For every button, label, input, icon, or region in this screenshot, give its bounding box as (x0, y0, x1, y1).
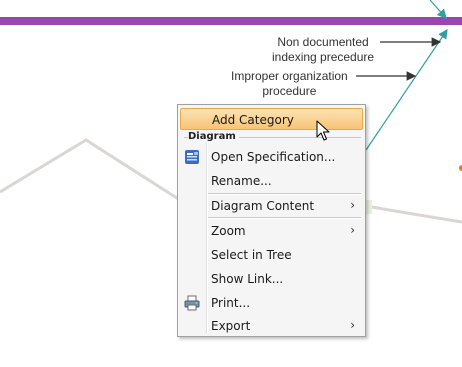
submenu-arrow-icon: › (350, 223, 355, 237)
mouse-cursor-icon (316, 120, 332, 142)
menu-item-zoom[interactable]: Zoom › (180, 220, 363, 242)
menu-item-select-in-tree[interactable]: Select in Tree (180, 244, 363, 266)
menu-item-label: Export (211, 319, 251, 333)
gray-curve-right (365, 204, 462, 224)
menu-item-add-category[interactable]: Add Category (180, 108, 363, 130)
category-band (0, 17, 462, 25)
menu-item-diagram-content[interactable]: Diagram Content › (180, 195, 363, 217)
printer-icon (184, 295, 200, 311)
menu-item-show-link[interactable]: Show Link... (180, 268, 363, 290)
menu-item-label: Print... (211, 296, 251, 310)
menu-item-label: Show Link... (211, 272, 284, 286)
label-line: Improper organization (231, 69, 348, 83)
gray-curve-left (0, 138, 181, 202)
menu-item-open-specification[interactable]: Open Specification... (180, 146, 363, 168)
menu-separator (208, 217, 361, 219)
label-improper-organization[interactable]: Improper organization procedure (231, 69, 348, 99)
menu-item-label: Select in Tree (211, 248, 292, 262)
context-menu: Add Category Diagram Open Specification.… (177, 104, 366, 337)
label-line: Non documented (277, 35, 369, 49)
menu-item-label: Zoom (211, 224, 246, 238)
menu-item-export[interactable]: Export › (180, 315, 363, 337)
menu-item-label: Diagram Content (211, 199, 315, 213)
menu-item-print[interactable]: Print... (180, 292, 363, 314)
label-line: procedure (262, 84, 317, 98)
menu-item-rename[interactable]: Rename... (180, 170, 363, 192)
submenu-arrow-icon: › (350, 198, 355, 212)
specification-icon (184, 149, 200, 165)
group-header-label: Diagram (188, 131, 239, 142)
menu-group-header-diagram: Diagram (180, 131, 363, 143)
submenu-arrow-icon: › (350, 318, 355, 332)
menu-item-label: Add Category (212, 113, 294, 127)
menu-item-label: Rename... (211, 174, 272, 188)
green-mark (366, 200, 372, 214)
label-non-documented[interactable]: Non documented indexing precedure (272, 35, 374, 65)
teal-connector-main (365, 29, 448, 151)
menu-item-label: Open Specification... (211, 150, 336, 164)
label-line: indexing precedure (272, 50, 375, 64)
teal-connector-top (429, 0, 447, 19)
